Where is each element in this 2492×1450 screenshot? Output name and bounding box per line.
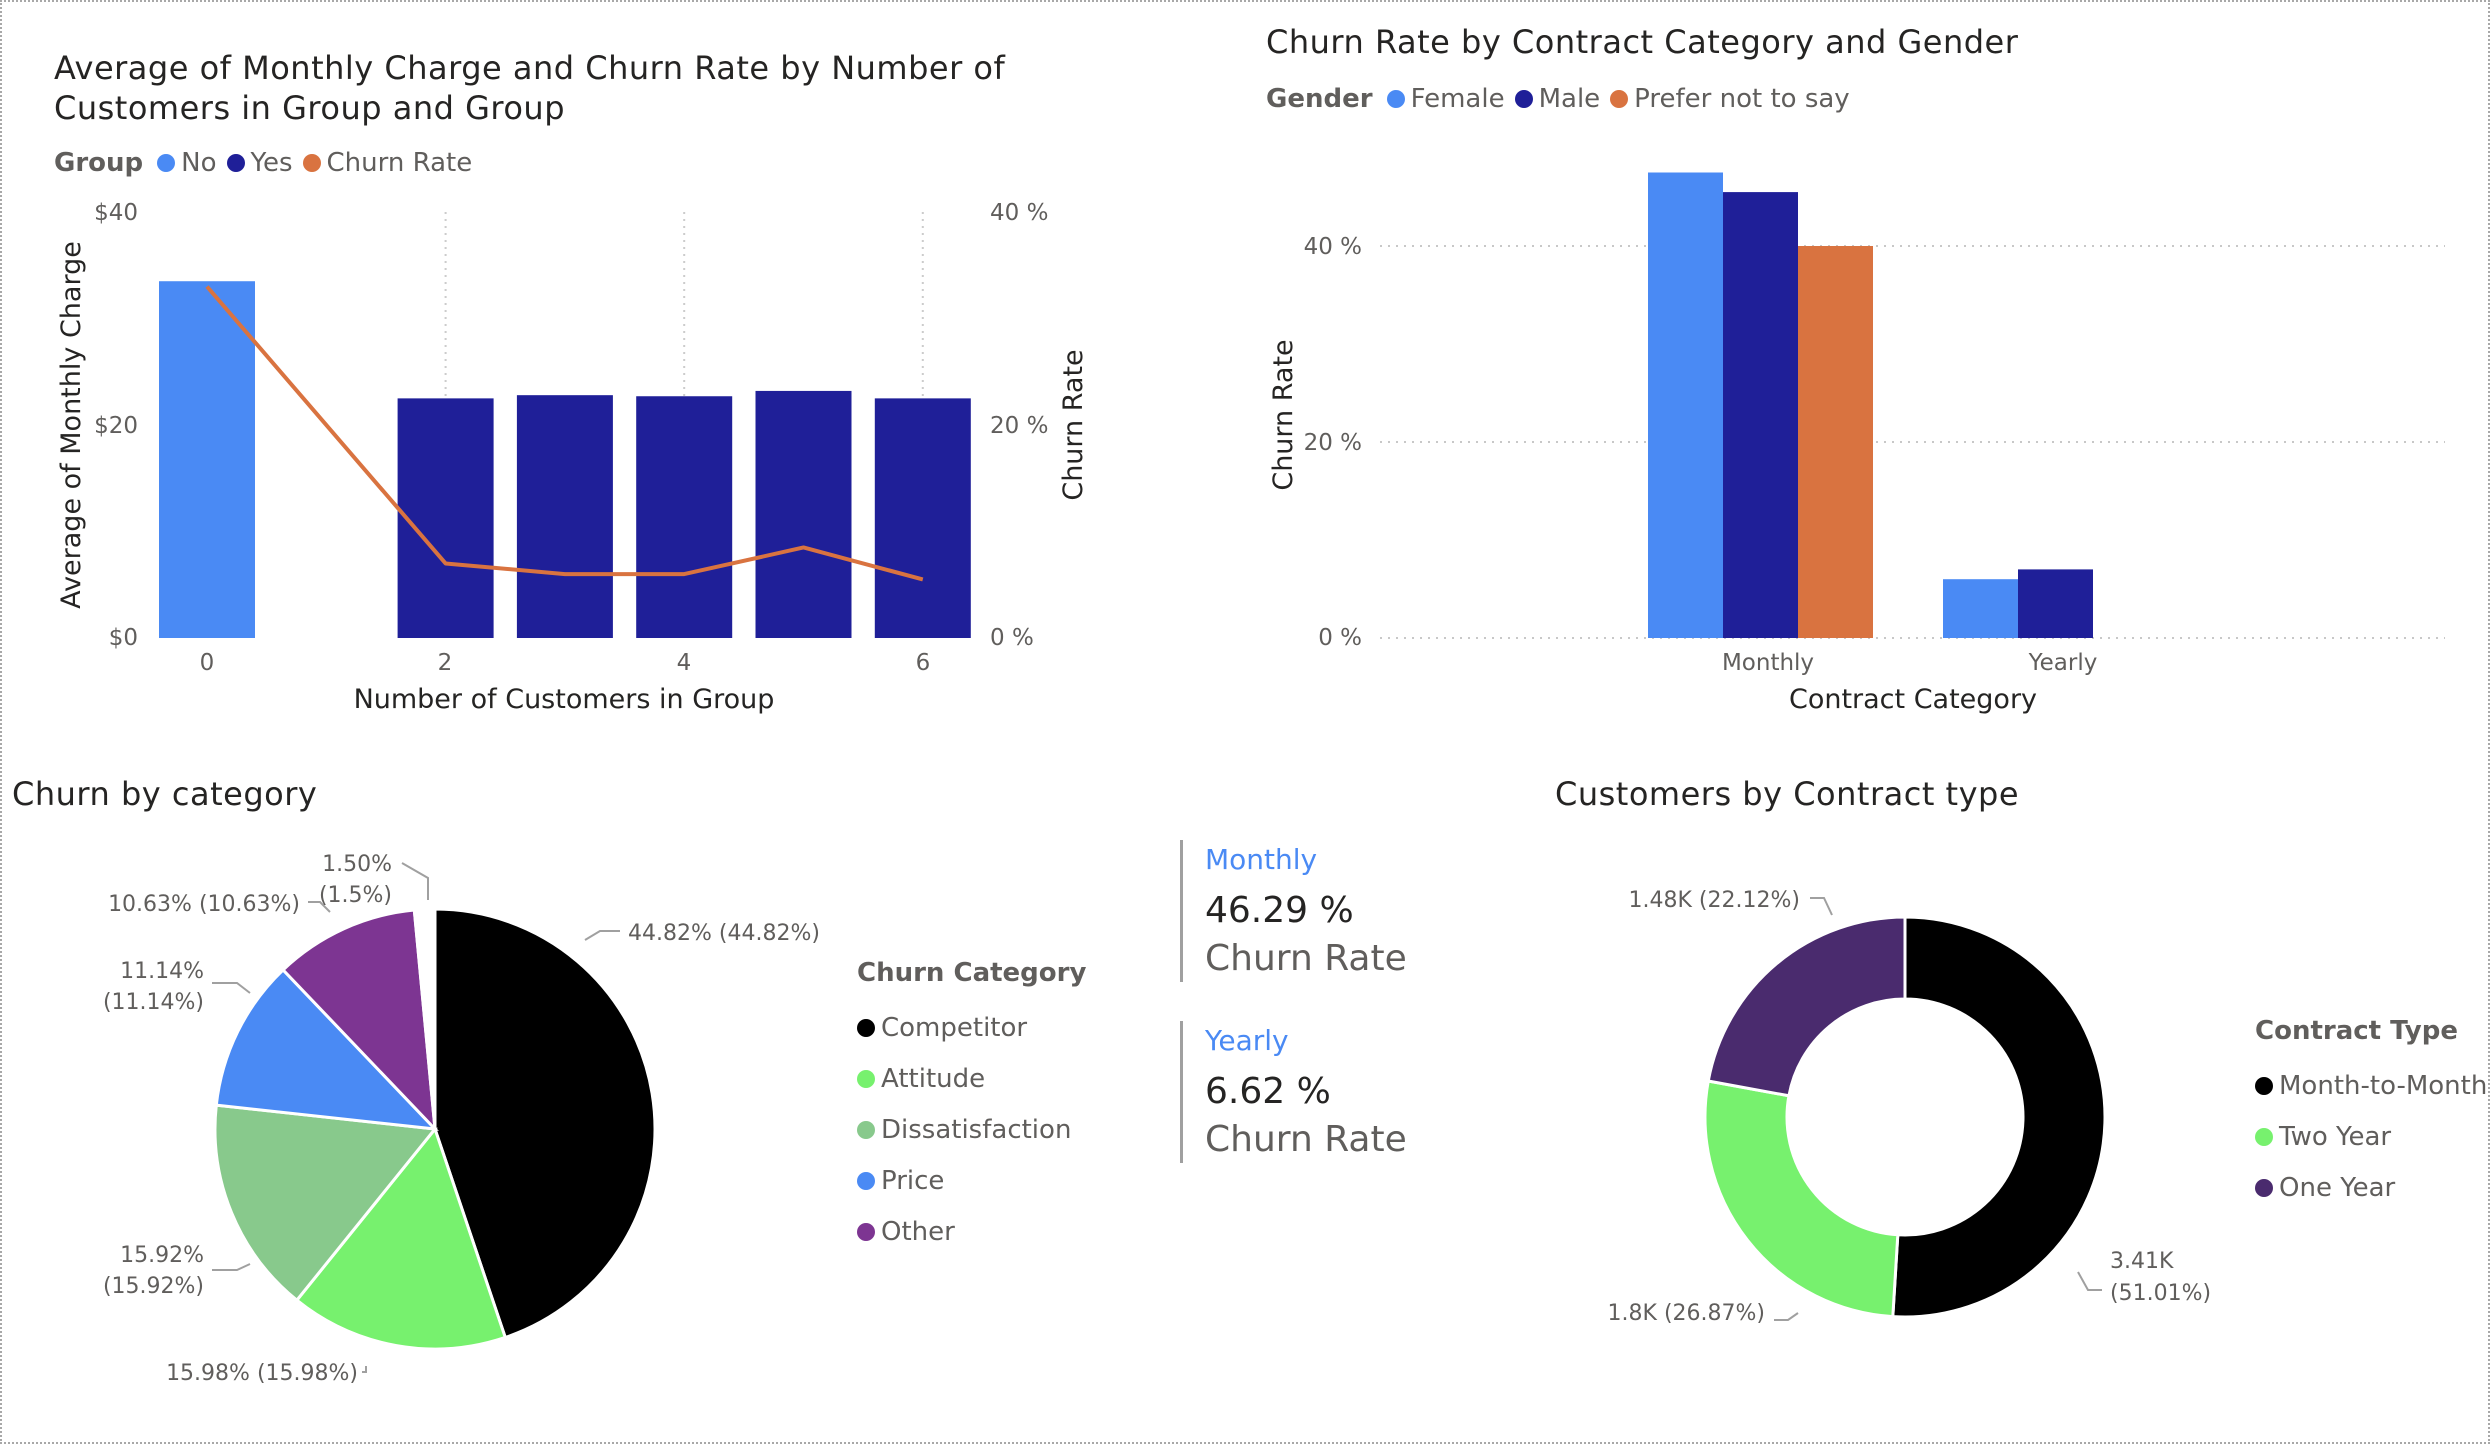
data-label: 44.82% (44.82%) <box>628 921 820 946</box>
legend-swatch <box>857 1069 875 1088</box>
legend-item-price[interactable]: Price <box>857 1155 1086 1206</box>
legend-label: Dissatisfaction <box>881 1114 1072 1145</box>
chart-plot: 44.82% (44.82%) 15.98% (15.98%) 15.92% (15.… <box>103 852 820 1386</box>
legend-title: Contract Type <box>2255 1016 2458 1046</box>
legend-label: Two Year <box>2279 1121 2392 1152</box>
y-tick: 40 % <box>1304 234 1362 260</box>
legend-item-two-year[interactable]: Two Year <box>2255 1111 2487 1162</box>
legend-swatch <box>2255 1178 2273 1197</box>
y-tick: 0 % <box>1318 625 1362 651</box>
legend-swatch <box>857 1222 875 1241</box>
card-title: Monthly <box>1205 843 1318 876</box>
x-axis-label: Number of Customers in Group <box>354 684 775 715</box>
legend-item-competitor[interactable]: Competitor <box>857 1002 1086 1053</box>
data-label: (51.01%) <box>2110 1281 2211 1306</box>
legend-label: Month-to-Month <box>2279 1070 2488 1101</box>
kpi-card-monthly[interactable]: Monthly 46.29 % Churn Rate <box>1180 840 1407 982</box>
chart-plot: 3.41K (51.01%) 1.8K (26.87%) 1.48K (22.12%) <box>1608 888 2212 1326</box>
leader-line <box>212 982 251 994</box>
chart-churn-by-contract-gender[interactable]: Churn Rate by Contract Category and Gend… <box>1240 0 2492 740</box>
legend-swatch <box>857 1120 875 1139</box>
legend-item-one-year[interactable]: One Year <box>2255 1162 2487 1213</box>
legend-label: Competitor <box>881 1012 1028 1043</box>
y-axis-label: Churn Rate <box>1268 339 1299 490</box>
bar-female-yearly <box>1943 579 2018 638</box>
y2-tick: 20 % <box>990 413 1048 439</box>
data-label: (11.14%) <box>103 990 204 1015</box>
legend-item-month-to-month[interactable]: Month-to-Month <box>2255 1060 2487 1111</box>
bar-yes-4 <box>636 396 733 638</box>
chart-plot: $40 $20 $0 40 % 20 % 0 % 0 2 4 6 Number … <box>56 200 1089 715</box>
kpi-card-yearly[interactable]: Yearly 6.62 % Churn Rate <box>1180 1021 1407 1163</box>
x-tick: 4 <box>677 650 692 676</box>
legend-item-other[interactable]: Other <box>857 1206 1086 1257</box>
legend-swatch <box>2255 1127 2273 1146</box>
y-tick: $40 <box>94 200 138 226</box>
legend-label: One Year <box>2279 1172 2396 1203</box>
card-title: Yearly <box>1205 1024 1289 1057</box>
y2-axis-label: Churn Rate <box>1058 349 1089 500</box>
bar-male-yearly <box>2018 569 2093 638</box>
leader-line <box>362 1366 367 1373</box>
legend-swatch <box>857 1171 875 1190</box>
legend-item-attitude[interactable]: Attitude <box>857 1053 1086 1104</box>
chart-plot: 40 % 20 % 0 % Contract Category Churn Ra… <box>1268 172 2445 715</box>
data-label: 11.14% <box>120 959 204 984</box>
leader-line <box>584 930 620 941</box>
card-value: 46.29 % <box>1205 890 1354 931</box>
donut-slice-one-year <box>1706 915 1907 1098</box>
bar-yes-5 <box>755 390 852 638</box>
y-tick: $0 <box>109 625 138 651</box>
card-label: Churn Rate <box>1205 1119 1407 1160</box>
chart-legend[interactable]: Churn Category Competitor Attitude Dissa… <box>857 958 1086 1257</box>
bar-yes-2 <box>397 398 494 638</box>
x-axis-label: Contract Category <box>1789 684 2037 715</box>
chart-legend[interactable]: Contract Type Month-to-Month Two Year On… <box>2255 1016 2487 1213</box>
y-axis-label: Average of Monthly Charge <box>56 241 87 609</box>
bar-female-monthly <box>1648 172 1723 638</box>
data-label: 10.63% (10.63%) <box>108 892 300 917</box>
legend-label: Attitude <box>881 1063 986 1094</box>
leader-line <box>212 1263 251 1271</box>
chart-churn-by-category[interactable]: Churn by category 44.82% (44.82%) 15.98% … <box>0 760 1160 1444</box>
data-label: 15.98% (15.98%) <box>166 1361 358 1386</box>
x-tick: 6 <box>916 650 931 676</box>
y-tick: $20 <box>94 413 138 439</box>
legend-swatch <box>2255 1076 2273 1095</box>
donut-slice-two-year <box>1703 1079 1900 1319</box>
y2-tick: 40 % <box>990 200 1048 226</box>
legend-title: Churn Category <box>857 958 1087 988</box>
bar-no-0 <box>159 281 255 638</box>
x-tick: Monthly <box>1722 650 1814 676</box>
chart-customers-by-contract[interactable]: Customers by Contract type 3.41K (51.01%)… <box>1520 760 2492 1444</box>
chart-monthly-charge-churn[interactable]: Average of Monthly Charge and Churn Rate… <box>0 0 1200 740</box>
card-label: Churn Rate <box>1205 938 1407 979</box>
data-label: (15.92%) <box>103 1274 204 1299</box>
leader-line <box>2077 1271 2102 1291</box>
legend-swatch <box>857 1018 875 1037</box>
data-label: 1.8K (26.87%) <box>1608 1301 1765 1326</box>
leader-line <box>1774 1312 1799 1321</box>
data-label: (1.5%) <box>319 883 392 908</box>
data-label: 3.41K <box>2110 1249 2174 1274</box>
legend-item-dissatisfaction[interactable]: Dissatisfaction <box>857 1104 1086 1155</box>
bar-yes-3 <box>516 395 613 638</box>
bar-male-monthly <box>1723 192 1798 638</box>
legend-label: Other <box>881 1216 955 1247</box>
x-tick: Yearly <box>2028 650 2098 676</box>
donut-slice-month-to-month <box>1891 915 2107 1319</box>
bar-yes-6 <box>874 398 971 638</box>
legend-label: Price <box>881 1165 945 1196</box>
data-label: 1.48K (22.12%) <box>1629 888 1800 913</box>
data-label: 15.92% <box>120 1243 204 1268</box>
leader-line <box>1810 897 1833 916</box>
x-tick: 2 <box>438 650 453 676</box>
leader-line <box>401 862 429 900</box>
data-label: 1.50% <box>322 852 392 877</box>
x-tick: 0 <box>200 650 215 676</box>
bar-prefer-not-to-say-monthly <box>1798 246 1873 638</box>
card-value: 6.62 % <box>1205 1071 1331 1112</box>
y-tick: 20 % <box>1304 430 1362 456</box>
y2-tick: 0 % <box>990 625 1034 651</box>
